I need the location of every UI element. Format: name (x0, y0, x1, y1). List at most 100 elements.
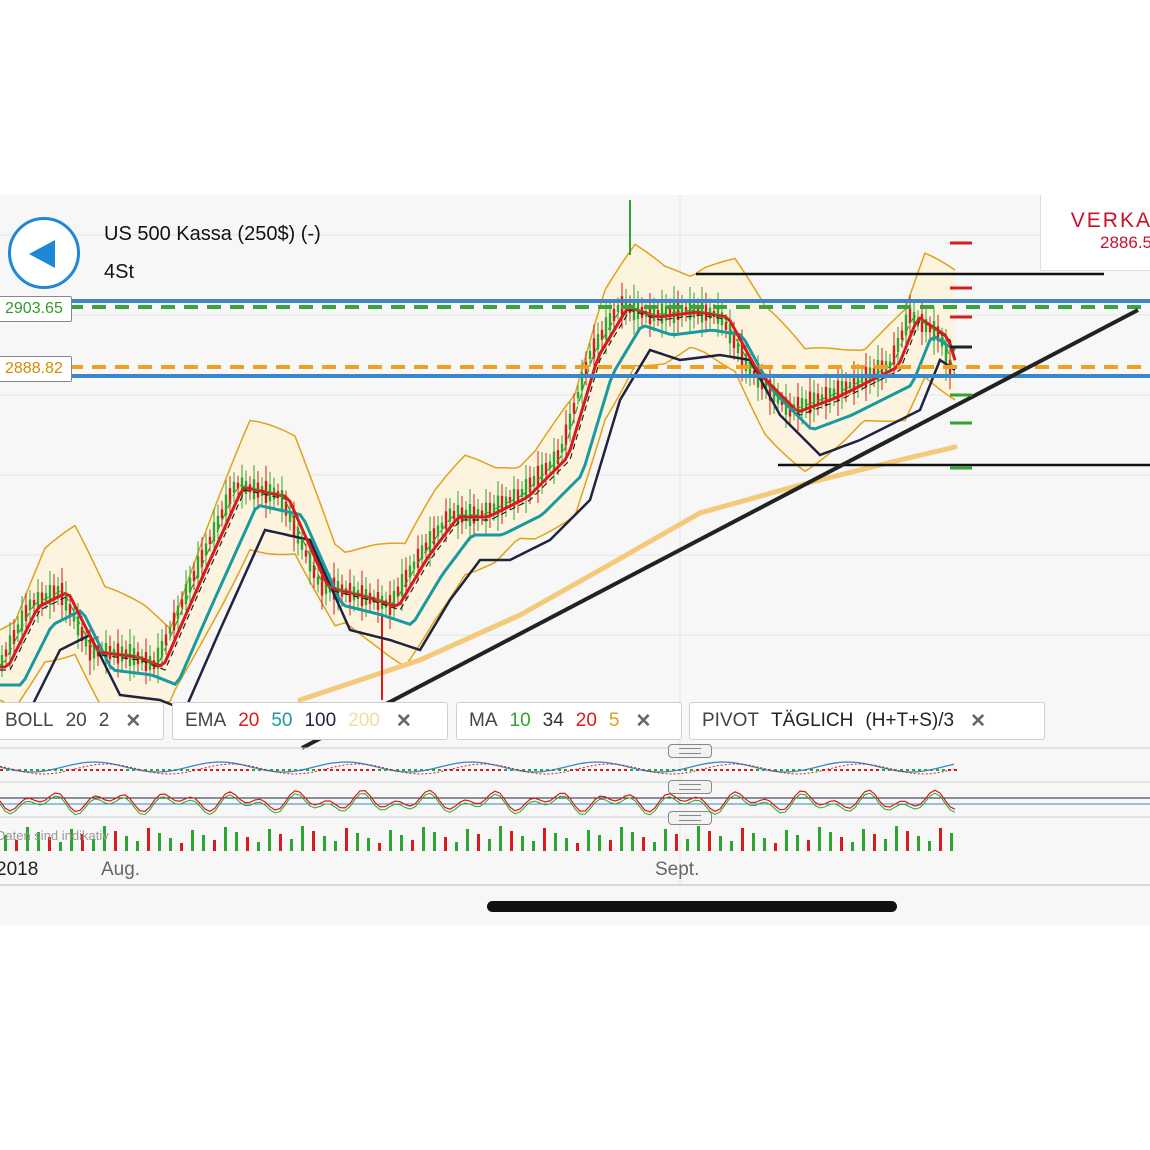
volume-bar (554, 833, 557, 851)
osc-bar (606, 769, 609, 771)
osc-bar (402, 769, 405, 771)
volume-bar (411, 840, 414, 851)
osc-bar (408, 769, 411, 771)
candle-body (305, 551, 307, 557)
volume-bar (389, 830, 392, 851)
candle-body (173, 613, 175, 631)
osc-bar (102, 769, 105, 771)
volume-bar (939, 828, 942, 851)
osc-bar (906, 769, 909, 771)
candle-body (565, 425, 567, 446)
volume-bar (356, 833, 359, 851)
panel-resize-handle-3[interactable] (668, 811, 712, 825)
osc-bar (660, 769, 663, 771)
osc-bar (0, 769, 3, 771)
volume-bar (279, 834, 282, 851)
volume-bar (807, 840, 810, 851)
volume-bar (444, 837, 447, 851)
candle-body (409, 566, 411, 578)
candle-body (57, 586, 59, 596)
sell-label: VERKA (1041, 209, 1150, 233)
candle-body (741, 344, 743, 366)
indicator-boll[interactable]: BOLL 20 2 ✕ (0, 702, 164, 740)
volume-bar (664, 829, 667, 851)
volume-bar (477, 834, 480, 851)
candle-body (221, 509, 223, 518)
osc-bar (954, 769, 957, 771)
osc-bar (600, 769, 603, 771)
volume-bar (851, 842, 854, 851)
volume-bar (840, 837, 843, 851)
panel-resize-handle-1[interactable] (668, 744, 712, 758)
volume-bar (796, 835, 799, 851)
price-chart[interactable] (0, 195, 1150, 925)
sell-button[interactable]: VERKA 2886.5 (1040, 195, 1150, 271)
close-ema-icon[interactable]: ✕ (396, 710, 412, 733)
candle-body (593, 338, 595, 358)
osc-bar (588, 769, 591, 771)
osc-bar (210, 769, 213, 771)
indicator-ema[interactable]: EMA 20 50 100 200 ✕ (172, 702, 448, 740)
candle-body (897, 338, 899, 352)
osc-bar (870, 769, 873, 771)
indicator-pivot[interactable]: PIVOT TÄGLICH (H+T+S)/3 ✕ (689, 702, 1045, 740)
osc-bar (564, 769, 567, 771)
volume-bar (763, 838, 766, 851)
candle-body (169, 628, 171, 634)
candle-body (589, 351, 591, 359)
volume-bar (741, 828, 744, 851)
close-pivot-icon[interactable]: ✕ (970, 710, 986, 733)
volume-bar (818, 827, 821, 851)
candle-body (733, 333, 735, 348)
osc-bar (162, 769, 165, 771)
candle-body (417, 549, 419, 568)
volume-bar (246, 837, 249, 851)
osc-bar (438, 769, 441, 771)
volume-bar (565, 838, 568, 851)
candle-body (833, 389, 835, 398)
close-boll-icon[interactable]: ✕ (125, 710, 141, 733)
volume-bar (257, 842, 260, 851)
candle-body (29, 600, 31, 611)
osc-bar (618, 769, 621, 771)
osc-bar (414, 769, 417, 771)
osc-bar (792, 769, 795, 771)
candle-body (161, 641, 163, 657)
volume-bar (675, 834, 678, 851)
volume-bar (323, 836, 326, 851)
osc-bar (468, 769, 471, 771)
candle-body (437, 526, 439, 537)
close-ma-icon[interactable]: ✕ (636, 710, 652, 733)
panel-resize-handle-2[interactable] (668, 780, 712, 794)
candle-body (617, 305, 619, 312)
volume-bar (774, 843, 777, 851)
volume-bar (697, 826, 700, 851)
osc-bar (354, 769, 357, 771)
x-label-2018: 2018 (0, 859, 38, 881)
volume-bar (609, 840, 612, 851)
osc-bar (156, 769, 159, 771)
osc-bar (492, 769, 495, 771)
volume-bar (378, 843, 381, 851)
volume-bar (587, 830, 590, 851)
volume-bar (895, 826, 898, 851)
volume-bar (510, 831, 513, 851)
indicator-ma[interactable]: MA 10 34 20 5 ✕ (456, 702, 682, 740)
volume-bar (147, 828, 150, 851)
osc-bar (882, 769, 885, 771)
back-button[interactable] (8, 217, 80, 289)
volume-bar (752, 833, 755, 851)
osc-bar (834, 769, 837, 771)
osc-bar (84, 769, 87, 771)
osc-bar (936, 769, 939, 771)
volume-bar (367, 838, 370, 851)
volume-bar (917, 836, 920, 851)
osc-bar (204, 769, 207, 771)
candle-body (209, 537, 211, 544)
osc-bar (840, 769, 843, 771)
osc-bar (186, 769, 189, 771)
osc-bar (816, 769, 819, 771)
timeframe-label[interactable]: 4St (104, 261, 134, 284)
candle-body (557, 450, 559, 464)
candle-body (177, 606, 179, 619)
